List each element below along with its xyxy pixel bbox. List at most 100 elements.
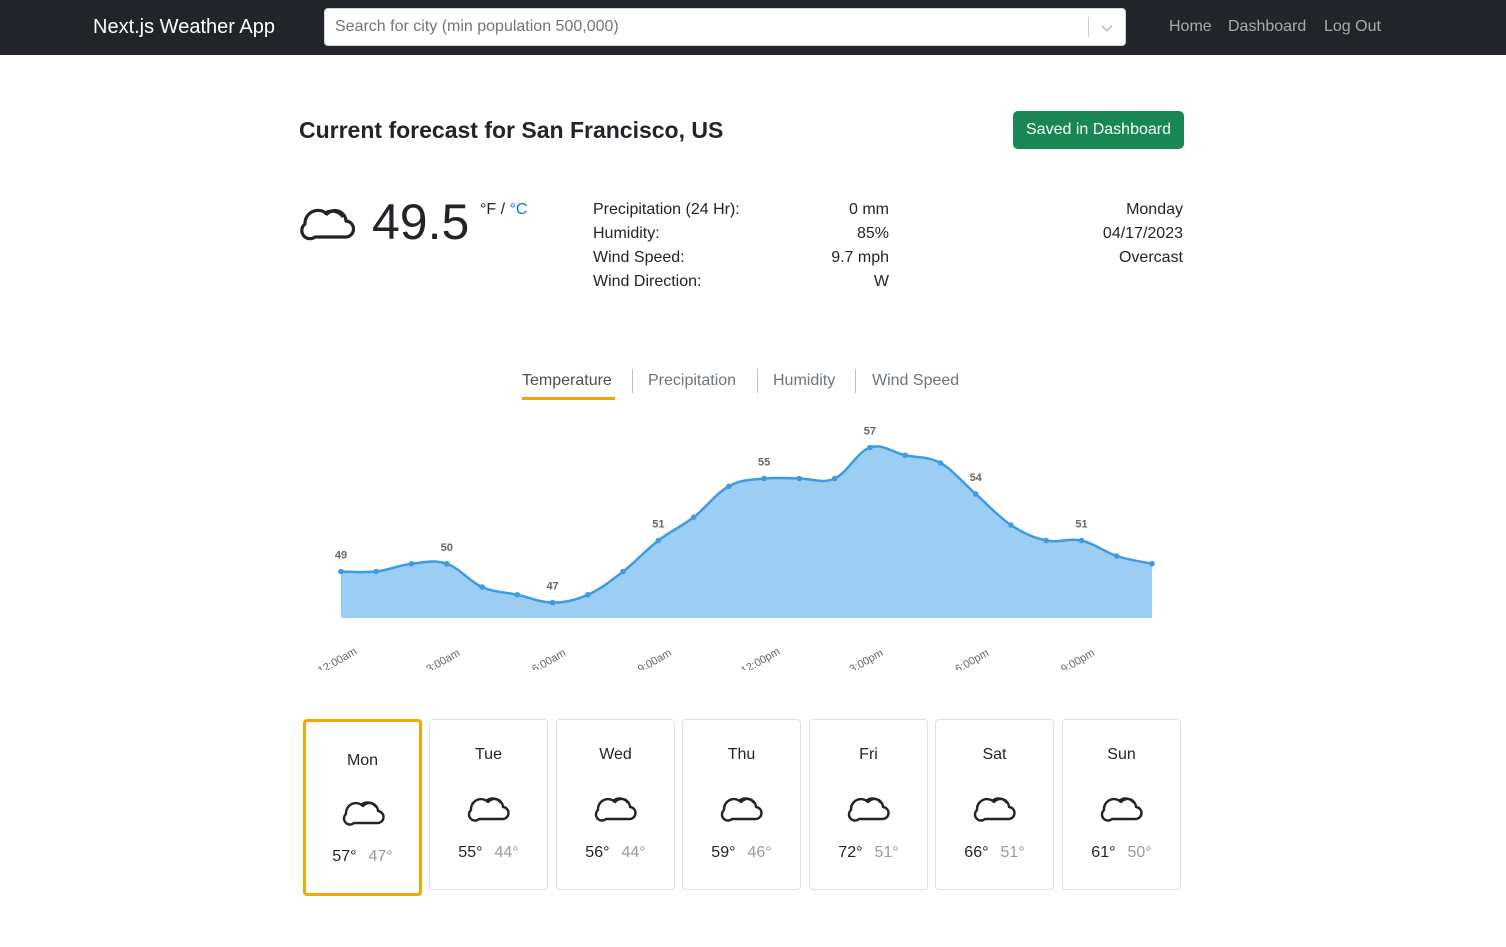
data-label: 57 bbox=[864, 426, 876, 438]
day-temps: 59° 46° bbox=[683, 844, 800, 862]
day-high: 56° bbox=[585, 844, 610, 861]
city-search[interactable] bbox=[324, 8, 1126, 46]
data-point[interactable] bbox=[1149, 560, 1155, 567]
stat-humidity: Humidity: 85% bbox=[593, 222, 889, 246]
tab-temperature[interactable]: Temperature bbox=[522, 368, 612, 394]
data-point[interactable] bbox=[726, 483, 732, 490]
nav-link-home[interactable]: Home bbox=[1169, 16, 1212, 38]
unit-toggle: °F / °C bbox=[480, 200, 527, 220]
x-tick-label: 9:00am bbox=[636, 647, 674, 670]
data-point[interactable] bbox=[690, 514, 697, 521]
data-point[interactable] bbox=[1078, 537, 1085, 544]
tab-humidity[interactable]: Humidity bbox=[773, 368, 835, 394]
day-name: Thu bbox=[727, 746, 756, 763]
weather-stats: Precipitation (24 Hr): 0 mm Humidity: 85… bbox=[593, 198, 889, 294]
unit-celsius[interactable]: °C bbox=[510, 201, 528, 218]
stat-label: Precipitation (24 Hr): bbox=[593, 201, 740, 218]
data-point[interactable] bbox=[796, 475, 803, 482]
data-point[interactable] bbox=[620, 568, 626, 575]
tab-divider bbox=[757, 369, 758, 393]
stat-value: W bbox=[873, 273, 889, 290]
day-high: 61° bbox=[1091, 844, 1116, 861]
chevron-down-icon[interactable] bbox=[1098, 19, 1116, 37]
data-point[interactable] bbox=[479, 584, 485, 590]
stat-value: 9.7 mph bbox=[831, 249, 889, 266]
nav-link-logout[interactable]: Log Out bbox=[1324, 16, 1381, 38]
saved-in-dashboard-button[interactable]: Saved in Dashboard bbox=[1013, 111, 1184, 149]
temperature-chart: 49 50 47 51 55 57 54 51 12:00am 3:00am 6:00am 9:00a… bbox=[316, 426, 1155, 670]
tab-precipitation[interactable]: Precipitation bbox=[648, 368, 736, 394]
day-card[interactable]: Fri 72° 51° bbox=[809, 719, 928, 890]
data-label: 47 bbox=[546, 581, 558, 593]
day-low: 44° bbox=[621, 844, 646, 861]
condition: Overcast bbox=[1118, 249, 1183, 266]
current-temperature: 49.5 bbox=[372, 194, 470, 250]
data-label: 55 bbox=[758, 457, 770, 469]
data-point[interactable] bbox=[867, 444, 873, 451]
stat-precipitation: Precipitation (24 Hr): 0 mm bbox=[593, 198, 889, 222]
cloud-icon bbox=[300, 208, 356, 241]
x-tick-label: 9:00pm bbox=[1059, 647, 1097, 670]
cloud-icon bbox=[973, 797, 1016, 822]
nav-link-dashboard[interactable]: Dashboard bbox=[1228, 16, 1306, 38]
day-low: 51° bbox=[874, 844, 899, 861]
day-high: 55° bbox=[458, 844, 483, 861]
active-tab-indicator bbox=[522, 397, 615, 400]
day-card[interactable]: Wed 56° 44° bbox=[556, 719, 675, 890]
day-name: Tue bbox=[475, 746, 502, 763]
tab-wind-speed[interactable]: Wind Speed bbox=[872, 368, 959, 394]
day-low: 51° bbox=[1000, 844, 1025, 861]
x-tick-label: 12:00pm bbox=[739, 646, 782, 670]
data-point[interactable] bbox=[1008, 522, 1014, 528]
chart-tabs: Temperature Precipitation Humidity Wind … bbox=[0, 368, 1506, 402]
cloud-icon bbox=[720, 797, 763, 822]
data-point[interactable] bbox=[831, 475, 838, 482]
x-tick-label: 3:00pm bbox=[848, 647, 886, 670]
weekday: Monday bbox=[1126, 201, 1183, 218]
x-tick-label: 12:00am bbox=[316, 646, 359, 670]
page-title: Current forecast for San Francisco, US bbox=[299, 117, 724, 143]
data-label: 54 bbox=[970, 472, 983, 484]
day-low: 47° bbox=[368, 848, 393, 865]
data-point[interactable] bbox=[549, 599, 556, 606]
data-point[interactable] bbox=[338, 568, 344, 575]
stat-label: Wind Direction: bbox=[593, 273, 702, 290]
day-card[interactable]: Mon 57° 47° bbox=[303, 719, 422, 896]
data-point[interactable] bbox=[408, 560, 415, 567]
day-name: Sun bbox=[1107, 746, 1136, 763]
data-point[interactable] bbox=[585, 591, 591, 598]
data-point[interactable] bbox=[514, 591, 521, 598]
data-point[interactable] bbox=[373, 568, 380, 575]
date: 04/17/2023 bbox=[1102, 225, 1183, 242]
x-tick-label: 3:00am bbox=[424, 647, 462, 670]
data-label: 50 bbox=[441, 542, 453, 554]
x-tick-label: 6:00pm bbox=[953, 647, 991, 670]
tab-divider bbox=[855, 369, 856, 393]
data-point[interactable] bbox=[937, 460, 944, 466]
x-tick-label: 6:00am bbox=[530, 647, 568, 670]
stat-label: Wind Speed: bbox=[593, 249, 685, 266]
data-label: 51 bbox=[1075, 519, 1087, 531]
day-card[interactable]: Tue 55° 44° bbox=[429, 719, 548, 890]
day-card[interactable]: Sat 66° 51° bbox=[935, 719, 1054, 890]
data-point[interactable] bbox=[761, 475, 767, 482]
day-temps: 55° 44° bbox=[430, 844, 547, 862]
data-label: 51 bbox=[652, 519, 664, 531]
data-point[interactable] bbox=[902, 452, 908, 459]
stat-wind-speed: Wind Speed: 9.7 mph bbox=[593, 246, 889, 270]
data-point[interactable] bbox=[972, 491, 979, 497]
data-point[interactable] bbox=[655, 537, 662, 544]
unit-fahrenheit[interactable]: °F bbox=[480, 201, 496, 218]
day-card[interactable]: Sun 61° 50° bbox=[1062, 719, 1181, 890]
data-point[interactable] bbox=[1113, 553, 1120, 559]
data-point[interactable] bbox=[1043, 537, 1050, 544]
data-point[interactable] bbox=[443, 560, 450, 567]
navbar: Next.js Weather App Home Dashboard Log O… bbox=[0, 0, 1506, 55]
day-temps: 57° 47° bbox=[306, 848, 419, 866]
search-input[interactable] bbox=[325, 9, 1087, 45]
tab-divider bbox=[632, 369, 633, 393]
brand-title[interactable]: Next.js Weather App bbox=[93, 14, 275, 40]
day-card[interactable]: Thu 59° 46° bbox=[682, 719, 801, 890]
cloud-icon bbox=[342, 801, 385, 826]
day-temps: 61° 50° bbox=[1063, 844, 1180, 862]
